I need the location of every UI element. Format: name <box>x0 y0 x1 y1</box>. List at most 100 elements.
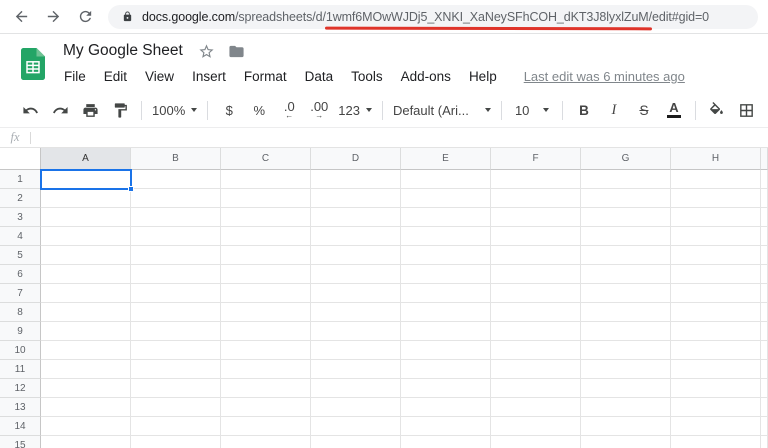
cell-G11[interactable] <box>581 360 671 379</box>
cell-C2[interactable] <box>221 189 311 208</box>
cell-H9[interactable] <box>671 322 761 341</box>
cell-C10[interactable] <box>221 341 311 360</box>
menu-add-ons[interactable]: Add-ons <box>392 69 460 84</box>
cell-E3[interactable] <box>401 208 491 227</box>
cell-C11[interactable] <box>221 360 311 379</box>
cell-A6[interactable] <box>41 265 131 284</box>
column-header-G[interactable]: G <box>581 148 671 170</box>
cell-G1[interactable] <box>581 170 671 189</box>
cell-G5[interactable] <box>581 246 671 265</box>
row-header-7[interactable]: 7 <box>0 284 41 303</box>
cell-E2[interactable] <box>401 189 491 208</box>
cell-D5[interactable] <box>311 246 401 265</box>
italic-button[interactable]: I <box>603 97 625 123</box>
select-all-corner[interactable] <box>0 148 41 170</box>
cell-D7[interactable] <box>311 284 401 303</box>
cell-D6[interactable] <box>311 265 401 284</box>
cell-G13[interactable] <box>581 398 671 417</box>
cell-G8[interactable] <box>581 303 671 322</box>
cell-G4[interactable] <box>581 227 671 246</box>
cell-A4[interactable] <box>41 227 131 246</box>
cell-B9[interactable] <box>131 322 221 341</box>
cell-A8[interactable] <box>41 303 131 322</box>
lock-icon[interactable] <box>122 10 142 23</box>
cell-B10[interactable] <box>131 341 221 360</box>
google-sheets-logo-icon[interactable] <box>20 48 46 80</box>
cell-C4[interactable] <box>221 227 311 246</box>
cell-C13[interactable] <box>221 398 311 417</box>
formula-input[interactable] <box>41 128 768 147</box>
cell-E8[interactable] <box>401 303 491 322</box>
cell-F11[interactable] <box>491 360 581 379</box>
cell-C8[interactable] <box>221 303 311 322</box>
cell-C5[interactable] <box>221 246 311 265</box>
cell-H2[interactable] <box>671 189 761 208</box>
cell-E6[interactable] <box>401 265 491 284</box>
format-percent-button[interactable]: % <box>248 97 270 123</box>
cell-B5[interactable] <box>131 246 221 265</box>
decrease-decimal-button[interactable]: .0 ← <box>278 97 300 123</box>
cell-H4[interactable] <box>671 227 761 246</box>
cell-H1[interactable] <box>671 170 761 189</box>
cell-G3[interactable] <box>581 208 671 227</box>
cell-F5[interactable] <box>491 246 581 265</box>
cell-D10[interactable] <box>311 341 401 360</box>
address-bar[interactable]: docs.google.com/spreadsheets/d/1wmf6MOwW… <box>108 5 758 29</box>
row-header-5[interactable]: 5 <box>0 246 41 265</box>
row-header-3[interactable]: 3 <box>0 208 41 227</box>
cell-E5[interactable] <box>401 246 491 265</box>
row-header-6[interactable]: 6 <box>0 265 41 284</box>
cell-H7[interactable] <box>671 284 761 303</box>
more-formats-button[interactable]: 123 <box>338 97 372 123</box>
reload-icon[interactable] <box>76 8 94 26</box>
row-header-1[interactable]: 1 <box>0 170 41 189</box>
cell-A5[interactable] <box>41 246 131 265</box>
cell-B7[interactable] <box>131 284 221 303</box>
cell-G10[interactable] <box>581 341 671 360</box>
cell-F9[interactable] <box>491 322 581 341</box>
cell-D2[interactable] <box>311 189 401 208</box>
cell-C7[interactable] <box>221 284 311 303</box>
column-header-C[interactable]: C <box>221 148 311 170</box>
cell-H12[interactable] <box>671 379 761 398</box>
row-header-2[interactable]: 2 <box>0 189 41 208</box>
cell-H5[interactable] <box>671 246 761 265</box>
cell-D12[interactable] <box>311 379 401 398</box>
column-header-F[interactable]: F <box>491 148 581 170</box>
borders-icon[interactable] <box>736 97 758 123</box>
cell-C6[interactable] <box>221 265 311 284</box>
cell-C15[interactable] <box>221 436 311 448</box>
format-currency-button[interactable]: $ <box>218 97 240 123</box>
cell-E10[interactable] <box>401 341 491 360</box>
row-header-14[interactable]: 14 <box>0 417 41 436</box>
undo-icon[interactable] <box>19 97 41 123</box>
cell-A2[interactable] <box>41 189 131 208</box>
cell-D4[interactable] <box>311 227 401 246</box>
cell-A14[interactable] <box>41 417 131 436</box>
column-header-E[interactable]: E <box>401 148 491 170</box>
column-header-D[interactable]: D <box>311 148 401 170</box>
cell-F2[interactable] <box>491 189 581 208</box>
row-header-15[interactable]: 15 <box>0 436 41 448</box>
row-header-8[interactable]: 8 <box>0 303 41 322</box>
row-header-9[interactable]: 9 <box>0 322 41 341</box>
menu-view[interactable]: View <box>136 69 183 84</box>
cell-C12[interactable] <box>221 379 311 398</box>
cell-A12[interactable] <box>41 379 131 398</box>
menu-edit[interactable]: Edit <box>95 69 136 84</box>
cell-G15[interactable] <box>581 436 671 448</box>
star-icon[interactable] <box>198 43 228 60</box>
cell-B11[interactable] <box>131 360 221 379</box>
cell-F1[interactable] <box>491 170 581 189</box>
cell-G14[interactable] <box>581 417 671 436</box>
cell-B14[interactable] <box>131 417 221 436</box>
redo-icon[interactable] <box>49 97 71 123</box>
cell-G6[interactable] <box>581 265 671 284</box>
cell-C9[interactable] <box>221 322 311 341</box>
cell-H10[interactable] <box>671 341 761 360</box>
cell-E9[interactable] <box>401 322 491 341</box>
cell-D8[interactable] <box>311 303 401 322</box>
cell-E4[interactable] <box>401 227 491 246</box>
cell-F15[interactable] <box>491 436 581 448</box>
cell-E13[interactable] <box>401 398 491 417</box>
